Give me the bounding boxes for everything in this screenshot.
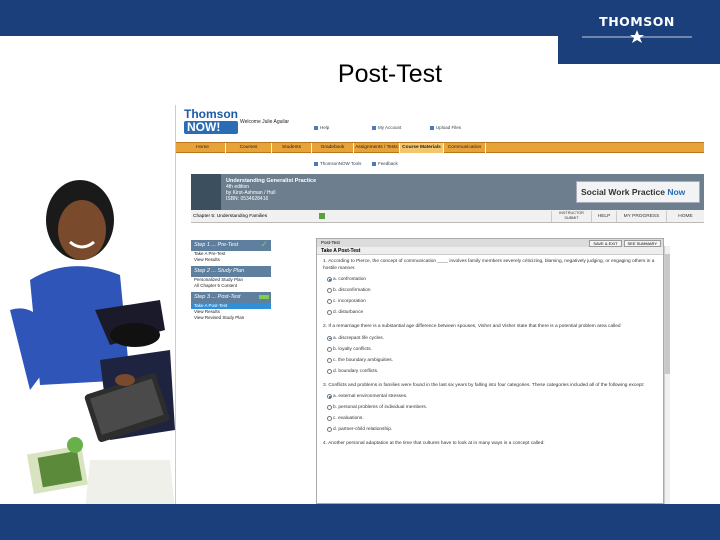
post-test-tab: Post-Test SAVE & EXIT SEE SUMMARY — [317, 239, 663, 247]
answer-label: a. external environmental stresses. — [333, 394, 408, 400]
answer-label: d. disturbance — [333, 310, 364, 316]
scroll-thumb[interactable] — [665, 254, 670, 374]
answer-option[interactable]: a. external environmental stresses. — [317, 394, 663, 400]
post-test-tab-label[interactable]: Post-Test — [321, 240, 340, 245]
tab-courses[interactable]: Courses — [226, 143, 272, 153]
arrow-icon — [259, 295, 269, 299]
my-account-link[interactable]: My Account — [372, 125, 430, 130]
bottom-band — [0, 504, 720, 540]
slide-title: Post-Test — [337, 60, 443, 88]
tab-students[interactable]: Students — [272, 143, 312, 153]
answer-option[interactable]: c. the boundary ambiguities. — [317, 357, 663, 364]
radio-button[interactable] — [327, 299, 332, 305]
feedback-link[interactable]: Feedback — [372, 161, 430, 166]
steps-sidebar: Step 1 ... Pre-Test ✓ Take A Pre-Test Vie… — [191, 237, 271, 321]
radio-button[interactable] — [327, 346, 332, 352]
thomsonnow-logo: Thomson NOW! — [184, 107, 238, 134]
chapter-select[interactable]: Chapter 5: Understanding Families — [191, 213, 311, 220]
answer-option[interactable]: b. personal problems of individual membe… — [317, 405, 663, 411]
radio-button[interactable] — [327, 427, 332, 433]
answer-option[interactable]: a. discrepant life cycles. — [317, 335, 663, 342]
step-3-label: Step 3 ... Post-Test — [194, 294, 241, 300]
answer-option[interactable]: c. evaluations. — [317, 416, 663, 422]
step-3-heading: Step 3 ... Post-Test — [191, 292, 271, 303]
answer-label: a. confrontation — [333, 277, 367, 283]
tab-home[interactable]: Home — [180, 143, 226, 153]
help-button[interactable]: HELP — [591, 211, 616, 222]
question-text: 4. Another personal adaptation at the ti… — [323, 441, 545, 447]
radio-button[interactable] — [327, 357, 332, 363]
answer-label: c. the boundary ambiguities. — [333, 357, 393, 363]
welcome-text: Welcome Julie Aguilar — [240, 119, 290, 125]
answer-option[interactable]: d. partner-child relationship. — [317, 427, 663, 433]
answer-label: c. incorporation — [333, 299, 366, 305]
question-text: 2. If a remarriage there is a substantia… — [323, 324, 621, 330]
brand-line1: Thomson — [184, 107, 238, 121]
answer-option[interactable]: a. confrontation — [317, 277, 663, 283]
instructor-submit-button[interactable]: INSTRUCTOR SUBMIT — [551, 211, 591, 222]
question-text: 1. According to Pierce, the concept of c… — [323, 259, 655, 271]
tab-assignments-tests[interactable]: Assignments / Tests — [354, 143, 400, 153]
answer-label: c. evaluations. — [333, 416, 364, 422]
question-list: 1. According to Pierce, the concept of c… — [317, 259, 663, 448]
product-logo-text: Social Work Practice — [581, 187, 665, 197]
tab-gradebook[interactable]: Gradebook — [312, 143, 354, 153]
answer-label: a. discrepant life cycles. — [333, 335, 384, 341]
thomsonnow-tools-link[interactable]: ThomsonNOW Tools — [314, 161, 372, 166]
step-item-view-results-1[interactable]: View Results — [191, 257, 271, 263]
product-logo: Social Work Practice Now — [576, 181, 700, 203]
my-progress-button[interactable]: MY PROGRESS — [616, 211, 666, 222]
radio-button[interactable] — [327, 394, 332, 400]
see-summary-button[interactable]: SEE SUMMARY — [623, 240, 661, 247]
product-logo-now: Now — [667, 187, 686, 197]
step-2-label: Step 2 ... Study Plan — [194, 268, 245, 274]
radio-button[interactable] — [327, 310, 332, 316]
answer-label: b. disconfirmation — [333, 288, 371, 294]
radio-button[interactable] — [327, 416, 332, 422]
brand-line2: NOW! — [184, 121, 238, 134]
app-screenshot: Thomson NOW! Welcome Julie Aguilar Help M… — [175, 105, 704, 504]
answer-option[interactable]: d. disturbance — [317, 310, 663, 316]
step-1-heading: Step 1 ... Pre-Test ✓ — [191, 239, 271, 251]
logo-star-icon — [582, 30, 692, 43]
radio-button[interactable] — [327, 335, 332, 341]
course-info: Understanding Generalist Practice 4th ed… — [226, 178, 316, 202]
answer-option[interactable]: b. disconfirmation — [317, 288, 663, 294]
answer-label: b. personal problems of individual membe… — [333, 405, 428, 411]
step-2-heading: Step 2 ... Study Plan — [191, 266, 271, 277]
panel-header: Take A Post-Test — [317, 247, 663, 255]
question-scrollbar[interactable] — [664, 246, 670, 504]
chapter-bar: Chapter 5: Understanding Families INSTRU… — [191, 210, 704, 223]
question-panel: Post-Test SAVE & EXIT SEE SUMMARY Take A … — [316, 238, 664, 504]
course-isbn: ISBN: 0534628416 — [226, 196, 269, 202]
radio-button[interactable] — [327, 277, 332, 283]
question-text: 3. Conflicts and problems in families we… — [323, 382, 645, 388]
radio-button[interactable] — [327, 368, 332, 374]
tab-communication[interactable]: Communication — [444, 143, 486, 153]
answer-option[interactable]: b. loyalty conflicts. — [317, 346, 663, 353]
step-item-chapter-content[interactable]: All Chapter 5 Content — [191, 283, 271, 289]
radio-button[interactable] — [327, 288, 332, 294]
step-1-label: Step 1 ... Pre-Test — [194, 242, 239, 248]
tab-course-materials[interactable]: Course Materials — [400, 143, 444, 153]
answer-option[interactable]: d. boundary conflicts. — [317, 368, 663, 375]
main-nav: Home Courses Students Gradebook Assignme… — [176, 142, 704, 153]
answer-label: d. boundary conflicts. — [333, 368, 379, 374]
checkmark-icon: ✓ — [260, 239, 268, 249]
step-item-revised-plan[interactable]: View Revised Study Plan — [191, 315, 271, 321]
book-cover-image — [191, 174, 221, 210]
answer-label: d. partner-child relationship. — [333, 427, 393, 433]
student-with-laptop-image — [10, 180, 175, 510]
help-link[interactable]: Help — [314, 125, 372, 130]
go-arrow-icon[interactable] — [319, 213, 325, 219]
radio-button[interactable] — [327, 405, 332, 411]
answer-option[interactable]: c. incorporation — [317, 299, 663, 305]
save-exit-button[interactable]: SAVE & EXIT — [589, 240, 622, 247]
answer-label: b. loyalty conflicts. — [333, 346, 372, 352]
upload-files-link[interactable]: Upload Files — [430, 125, 488, 130]
home-button[interactable]: HOME — [666, 211, 704, 222]
